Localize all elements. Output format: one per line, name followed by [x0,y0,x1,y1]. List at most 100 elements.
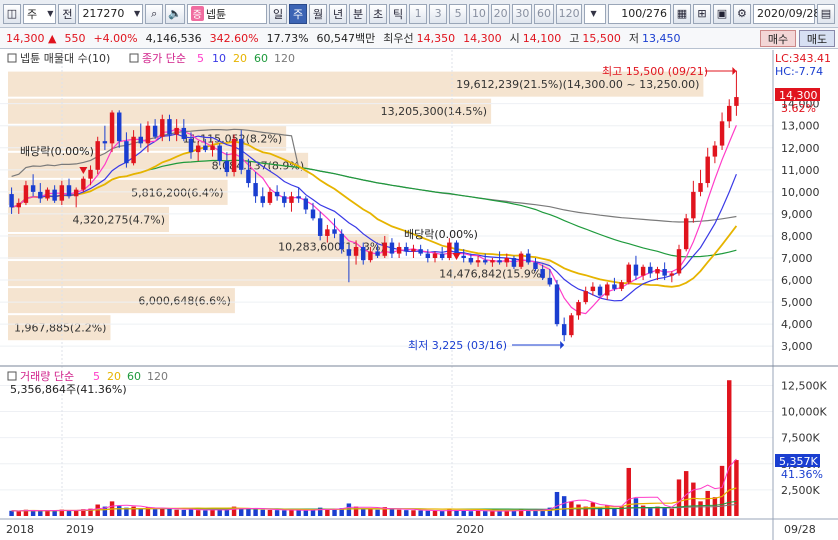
volume-profile-label: 13,205,300(14.5%) [381,105,488,118]
calendar-icon[interactable]: ▤ [816,3,835,24]
tab-period-week[interactable]: 주 [289,3,308,24]
candle-down [102,141,108,144]
chart-canvas[interactable]: 19,612,239(21.5%)(14,300.00 ~ 13,250.00)… [0,50,838,540]
candle-up [640,266,646,276]
type-button[interactable]: 전 [58,3,77,24]
volume-tick-label: 2,500K [781,484,820,497]
candle-up [73,189,79,197]
tab-period-month[interactable]: 월 [309,3,328,24]
candle-up [131,136,136,164]
grid-icon[interactable]: ▦ [672,3,691,24]
tab-period-second[interactable]: 초 [369,3,388,24]
candle-up [145,125,151,144]
volume-bar-up [45,510,50,516]
stock-chart[interactable]: 19,612,239(21.5%)(14,300.00 ~ 13,250.00)… [0,50,838,540]
date-field[interactable]: 2020/09/28 [752,3,820,24]
interval-30[interactable]: 30 [512,3,533,24]
price-tick-label: 11,000 [781,164,820,177]
buy-button[interactable]: 매수 [760,30,796,47]
vol-ma20-legend[interactable]: 20 [107,370,121,383]
candle-down [547,277,553,285]
chart-toolbar: ◫ 주 ▼ 전 217270 ▼ ⌕ 🔈 증 넵튠 일 주 월 년 분 초 틱 1 3… [0,0,838,28]
tab-period-year[interactable]: 년 [329,3,348,24]
candle-down [239,138,244,170]
volume-bar-down [260,509,265,516]
volume-bar-down [246,508,251,516]
chart-mode-icon[interactable]: ◫ [3,3,21,24]
ma120-legend[interactable]: 120 [274,52,295,65]
quote-bar: 14,300 ▲ 550 +4.00% 4,146,536 342.60% 17… [0,28,838,49]
candle-up [368,251,373,261]
candle-down [152,125,158,137]
candle-up [353,246,359,256]
volume-legend-title[interactable]: 거래량 단순 [20,370,74,383]
price-tick-label: 10,000 [781,186,820,199]
volume-bar-down [303,510,309,516]
volume-profile-label: 5,816,200(6.4%) [131,186,224,199]
chart-add-icon[interactable]: ⊞ [692,3,711,24]
volume-tick-label: 10,000K [781,406,827,419]
ma20-legend[interactable]: 20 [233,52,247,65]
candle-down [296,196,301,199]
candle-down [540,269,545,278]
ma60-legend[interactable]: 60 [254,52,268,65]
volume-bar-down [52,510,57,516]
volume-bar-down [612,508,617,516]
speaker-icon[interactable]: 🔈 [165,3,185,24]
stock-name-field[interactable]: 증 넵튠 [186,3,268,24]
candle-down [260,196,265,203]
interval-20[interactable]: 20 [490,3,511,24]
dividend-marker-label: 배당락(0.00%) [404,228,478,241]
interval-120[interactable]: 120 [555,3,583,24]
tab-period-tick[interactable]: 틱 [389,3,408,24]
market-select[interactable]: 주 ▼ [23,3,57,24]
volume-tick-label: 7,500K [781,432,820,445]
bar-count-field[interactable]: 100/276 [608,3,671,24]
interval-3[interactable]: 3 [429,3,448,24]
candle-down [418,249,423,254]
candle-down [511,258,517,267]
high-annotation: 최고 15,500 (09/21) [602,65,708,78]
candle-down [389,242,395,254]
search-icon[interactable]: ⌕ [145,3,164,24]
volume-bar-down [346,503,352,516]
volume-bar-up [289,509,294,516]
volume-bar-down [554,491,560,516]
tab-period-minute[interactable]: 분 [349,3,368,24]
interval-10[interactable]: 10 [469,3,489,24]
vol-ma60-legend[interactable]: 60 [127,370,141,383]
vol-ma5-legend[interactable]: 5 [93,370,100,383]
candle-down [339,233,344,250]
candle-down [38,191,43,199]
interval-60[interactable]: 60 [534,3,554,24]
current-volume-label: 5,356,864주(41.36%) [10,383,127,396]
sell-button[interactable]: 매도 [799,30,835,47]
ma10-legend[interactable]: 10 [212,52,226,65]
interval-dropdown[interactable]: ▼ [584,3,607,24]
interval-1[interactable]: 1 [409,3,428,24]
vol-ma120-legend[interactable]: 120 [147,370,168,383]
candle-down [167,119,172,135]
volume-bar-down [152,509,158,516]
volume-bar-up [411,510,416,516]
gear-icon[interactable]: ⚙ [732,3,751,24]
turnover-rate: 17.73% [266,31,309,45]
candle-down [310,209,316,219]
candle-down [533,262,538,270]
candle-up [719,121,725,146]
volume-bar-up [73,510,79,516]
save-icon[interactable]: ▣ [712,3,731,24]
candle-up [160,119,165,137]
ma-legend-title[interactable]: 종가 단순 [142,52,186,65]
hc-label: HC:-7.74 [775,65,823,78]
volume-bar-down [296,510,301,516]
candle-up [626,264,631,283]
current-pct-axis-label: 3.62% [781,102,816,115]
chevron-down-icon: ▼ [590,9,597,18]
volume-profile-legend[interactable]: 넵튠 매물대 수(10) [20,52,110,65]
tab-period-day[interactable]: 일 [269,3,288,24]
stock-code-input[interactable]: 217270 ▼ [78,3,144,24]
volume-bar-up [267,509,273,516]
ma5-legend[interactable]: 5 [197,52,204,65]
interval-5[interactable]: 5 [449,3,468,24]
